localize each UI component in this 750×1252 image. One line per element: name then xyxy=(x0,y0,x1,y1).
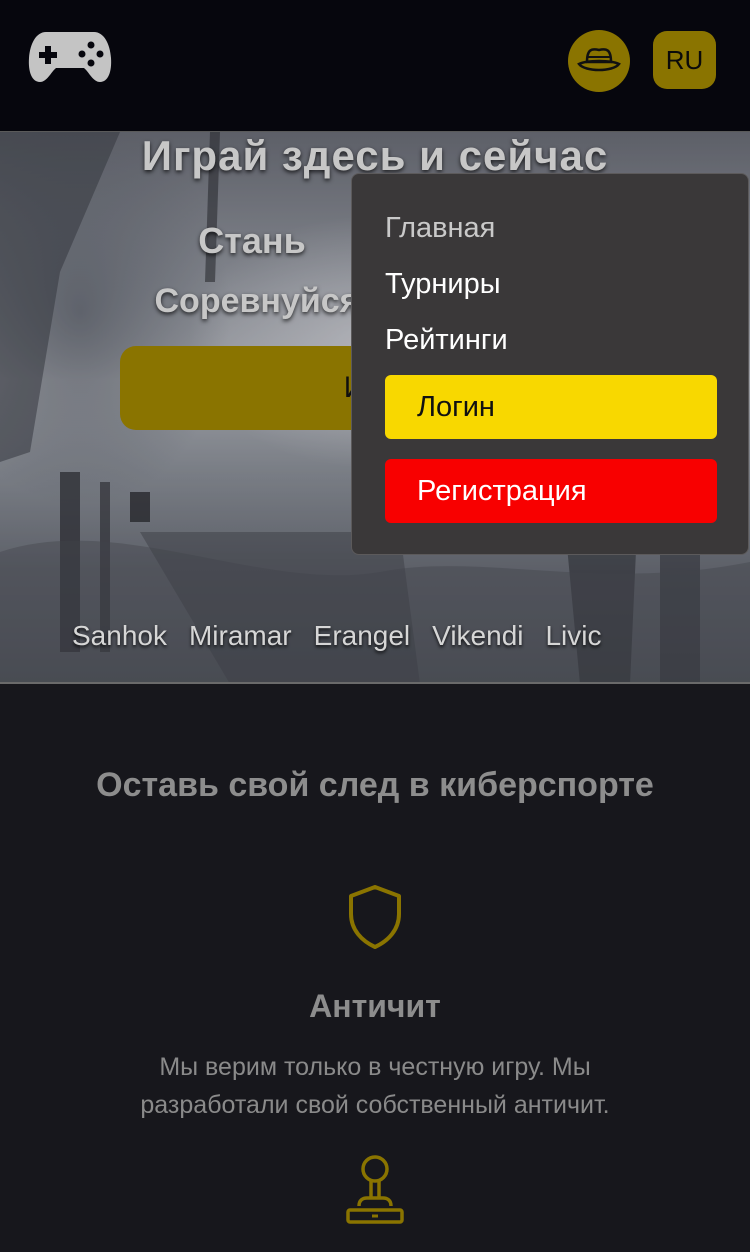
map-item-livic[interactable]: Livic xyxy=(545,620,601,652)
language-button[interactable]: RU xyxy=(653,31,716,89)
shield-icon xyxy=(347,884,403,955)
map-item-sanhok[interactable]: Sanhok xyxy=(72,620,167,652)
dropdown-menu: Главная Турниры Рейтинги Логин Регистрац… xyxy=(351,173,749,555)
section-title: Оставь свой след в киберспорте xyxy=(96,766,654,804)
user-menu-button[interactable] xyxy=(568,30,630,92)
map-item-miramar[interactable]: Miramar xyxy=(189,620,292,652)
menu-item-home[interactable]: Главная xyxy=(385,212,495,245)
map-item-erangel[interactable]: Erangel xyxy=(314,620,411,652)
login-button[interactable]: Логин xyxy=(385,375,717,439)
menu-item-tournaments[interactable]: Турниры xyxy=(385,268,501,301)
map-list: Sanhok Miramar Erangel Vikendi Livic xyxy=(72,620,602,652)
menu-item-ratings[interactable]: Рейтинги xyxy=(385,324,508,357)
top-navbar: RU xyxy=(0,0,750,132)
gamepad-icon[interactable] xyxy=(28,28,112,84)
feature-title-anticheat: Античит xyxy=(309,988,441,1024)
feature-description-anticheat: Мы верим только в честную игру. Мы разра… xyxy=(140,1053,610,1119)
page: RU Играй здесь и сейчас Стань Соревнуйся… xyxy=(0,0,750,1252)
map-item-vikendi[interactable]: Vikendi xyxy=(432,620,523,652)
hat-icon xyxy=(577,48,621,72)
joystick-icon xyxy=(345,1154,404,1231)
register-button[interactable]: Регистрация xyxy=(385,459,717,523)
